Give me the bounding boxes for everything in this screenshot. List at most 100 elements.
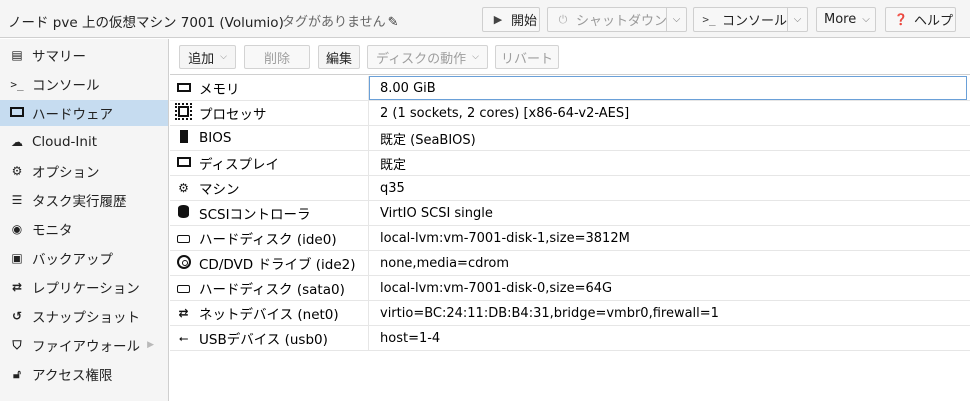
- list-icon: ☰: [11, 193, 23, 207]
- revert-button[interactable]: リバート: [495, 45, 559, 69]
- hardware-value: VirtIO SCSI single: [380, 205, 493, 221]
- start-button[interactable]: ▶ 開始: [482, 7, 540, 32]
- sidebar-item-label: スナップショット: [32, 310, 140, 326]
- hardware-value: 8.00 GiB: [380, 80, 436, 96]
- tags-area[interactable]: タグがありません ✎: [282, 11, 399, 30]
- hardware-value: 既定: [380, 157, 407, 173]
- add-button[interactable]: 追加 ⌵: [179, 45, 236, 69]
- chevron-down-icon: ⌵: [220, 52, 227, 62]
- play-icon: ▶: [493, 13, 503, 26]
- more-button[interactable]: More ⌵: [816, 7, 876, 32]
- sidebar: ▤ サマリー >_ コンソール ハードウェア ☁ Cloud-Init ⚙ オプ…: [0, 39, 169, 401]
- hardware-value: local-lvm:vm-7001-disk-1,size=3812M: [380, 230, 630, 246]
- hardware-key: メモリ: [199, 82, 240, 98]
- help-button[interactable]: ❓ ヘルプ: [885, 7, 956, 32]
- shutdown-button-label: シャットダウン: [576, 14, 668, 29]
- sidebar-item-firewall[interactable]: ⛉ ファイアウォール ▶: [0, 332, 168, 358]
- cdrom-icon: [175, 254, 192, 272]
- hardware-key: ハードディスク (ide0): [199, 232, 337, 248]
- sidebar-item-label: コンソール: [32, 78, 100, 94]
- hardware-row-cdrom-ide2[interactable]: CD/DVD ドライブ (ide2) none,media=cdrom: [170, 251, 970, 276]
- console-button-label: コンソール: [722, 14, 788, 29]
- hardware-row-net0[interactable]: ⇄ ネットデバイス (net0) virtio=BC:24:11:DB:B4:31…: [170, 301, 970, 326]
- hardware-key: マシン: [199, 182, 240, 198]
- database-icon: [175, 205, 192, 221]
- sidebar-item-label: アクセス権限: [32, 368, 113, 384]
- sidebar-item-console[interactable]: >_ コンソール: [0, 71, 168, 97]
- hardware-row-machine[interactable]: ⚙ マシン q35: [170, 176, 970, 201]
- hardware-key: BIOS: [199, 130, 232, 146]
- sidebar-item-label: バックアップ: [32, 252, 113, 268]
- sidebar-item-monitor[interactable]: ◉ モニタ: [0, 216, 168, 242]
- hardware-row-hdd-sata0[interactable]: ハードディスク (sata0) local-lvm:vm-7001-disk-0…: [170, 276, 970, 301]
- desktop-icon: [9, 106, 25, 120]
- sidebar-item-label: モニタ: [32, 223, 73, 239]
- shutdown-button[interactable]: ⏻ シャットダウン ⌵: [547, 7, 687, 32]
- disk-action-button[interactable]: ディスクの動作 ⌵: [367, 45, 488, 69]
- retweet-icon: ⇄: [11, 280, 23, 294]
- sidebar-item-permissions[interactable]: 🔓︎ アクセス権限: [0, 361, 168, 387]
- usb-icon: ⭠: [178, 330, 189, 345]
- microchip-icon: [175, 130, 192, 146]
- hardware-key: ハードディスク (sata0): [199, 282, 345, 298]
- cpu-icon: [175, 103, 192, 120]
- console-button[interactable]: >_ コンソール ⌵: [693, 7, 808, 32]
- hardware-key: CD/DVD ドライブ (ide2): [199, 257, 356, 273]
- hardware-row-scsi-controller[interactable]: SCSIコントローラ VirtIO SCSI single: [170, 201, 970, 226]
- sidebar-item-backup[interactable]: ▣ バックアップ: [0, 245, 168, 271]
- hardware-value: 既定 (SeaBIOS): [380, 132, 476, 148]
- exchange-icon: ⇄: [178, 306, 189, 320]
- hardware-value: virtio=BC:24:11:DB:B4:31,bridge=vmbr0,fi…: [380, 305, 719, 321]
- question-circle-icon: ❓: [894, 13, 908, 26]
- hardware-row-processor[interactable]: プロセッサ 2 (1 sockets, 2 cores) [x86-64-v2-…: [170, 101, 970, 126]
- sidebar-item-label: レプリケーション: [32, 281, 140, 297]
- hardware-row-memory[interactable]: メモリ 8.00 GiB: [170, 76, 970, 101]
- sidebar-item-label: ハードウェア: [32, 107, 113, 123]
- sidebar-item-snapshot[interactable]: ↺ スナップショット: [0, 303, 168, 329]
- sidebar-item-options[interactable]: ⚙ オプション: [0, 158, 168, 184]
- hardware-row-hdd-ide0[interactable]: ハードディスク (ide0) local-lvm:vm-7001-disk-1,…: [170, 226, 970, 251]
- memory-icon: [175, 81, 192, 95]
- add-button-label: 追加: [188, 51, 215, 67]
- sidebar-item-label: タスク実行履歴: [32, 194, 127, 210]
- floppy-icon: ▣: [11, 251, 23, 265]
- shutdown-menu-arrow[interactable]: ⌵: [666, 8, 686, 31]
- more-button-label: More: [824, 12, 857, 27]
- hardware-row-display[interactable]: ディスプレイ 既定: [170, 151, 970, 176]
- hardware-value: none,media=cdrom: [380, 255, 510, 271]
- hardware-value: q35: [380, 180, 405, 196]
- shield-icon: ⛉: [12, 337, 22, 352]
- help-button-label: ヘルプ: [914, 14, 954, 29]
- cogs-icon: ⚙: [178, 181, 189, 195]
- sidebar-item-cloud-init[interactable]: ☁ Cloud-Init: [0, 129, 168, 155]
- hdd-icon: [175, 281, 192, 295]
- monitor-icon: [175, 156, 192, 170]
- unlock-icon: 🔓︎: [13, 366, 21, 381]
- remove-button[interactable]: 削除: [244, 45, 310, 69]
- sidebar-item-task-history[interactable]: ☰ タスク実行履歴: [0, 187, 168, 213]
- chevron-down-icon: ⌵: [862, 14, 870, 25]
- start-button-label: 開始: [511, 14, 538, 29]
- hardware-key: SCSIコントローラ: [199, 207, 311, 223]
- edit-button[interactable]: 編集: [318, 45, 360, 69]
- hardware-value: 2 (1 sockets, 2 cores) [x86-64-v2-AES]: [380, 105, 630, 121]
- hdd-icon: [175, 231, 192, 245]
- eye-icon: ◉: [11, 222, 23, 236]
- revert-button-label: リバート: [500, 51, 553, 67]
- disk-action-button-label: ディスクの動作: [376, 51, 467, 67]
- chevron-down-icon: ⌵: [472, 52, 479, 62]
- sidebar-item-label: Cloud-Init: [32, 134, 98, 150]
- hardware-row-bios[interactable]: BIOS 既定 (SeaBIOS): [170, 126, 970, 151]
- tags-label: タグがありません: [282, 15, 386, 30]
- expand-arrow-icon[interactable]: ▶: [147, 340, 154, 350]
- sidebar-item-hardware[interactable]: ハードウェア: [0, 100, 168, 126]
- sidebar-item-replication[interactable]: ⇄ レプリケーション: [0, 274, 168, 300]
- cloud-icon: ☁: [11, 135, 23, 149]
- sidebar-item-label: オプション: [32, 165, 100, 181]
- hardware-grid: メモリ 8.00 GiB プロセッサ 2 (1 sockets, 2 cores…: [170, 76, 970, 401]
- sidebar-item-summary[interactable]: ▤ サマリー: [0, 42, 168, 68]
- pencil-icon[interactable]: ✎: [388, 15, 399, 30]
- console-menu-arrow[interactable]: ⌵: [787, 8, 807, 31]
- vm-header: ノード pve 上の仮想マシン 7001 (Volumio) タグがありません ✎…: [0, 0, 970, 38]
- hardware-row-usb0[interactable]: ⭠ USBデバイス (usb0) host=1-4: [170, 326, 970, 351]
